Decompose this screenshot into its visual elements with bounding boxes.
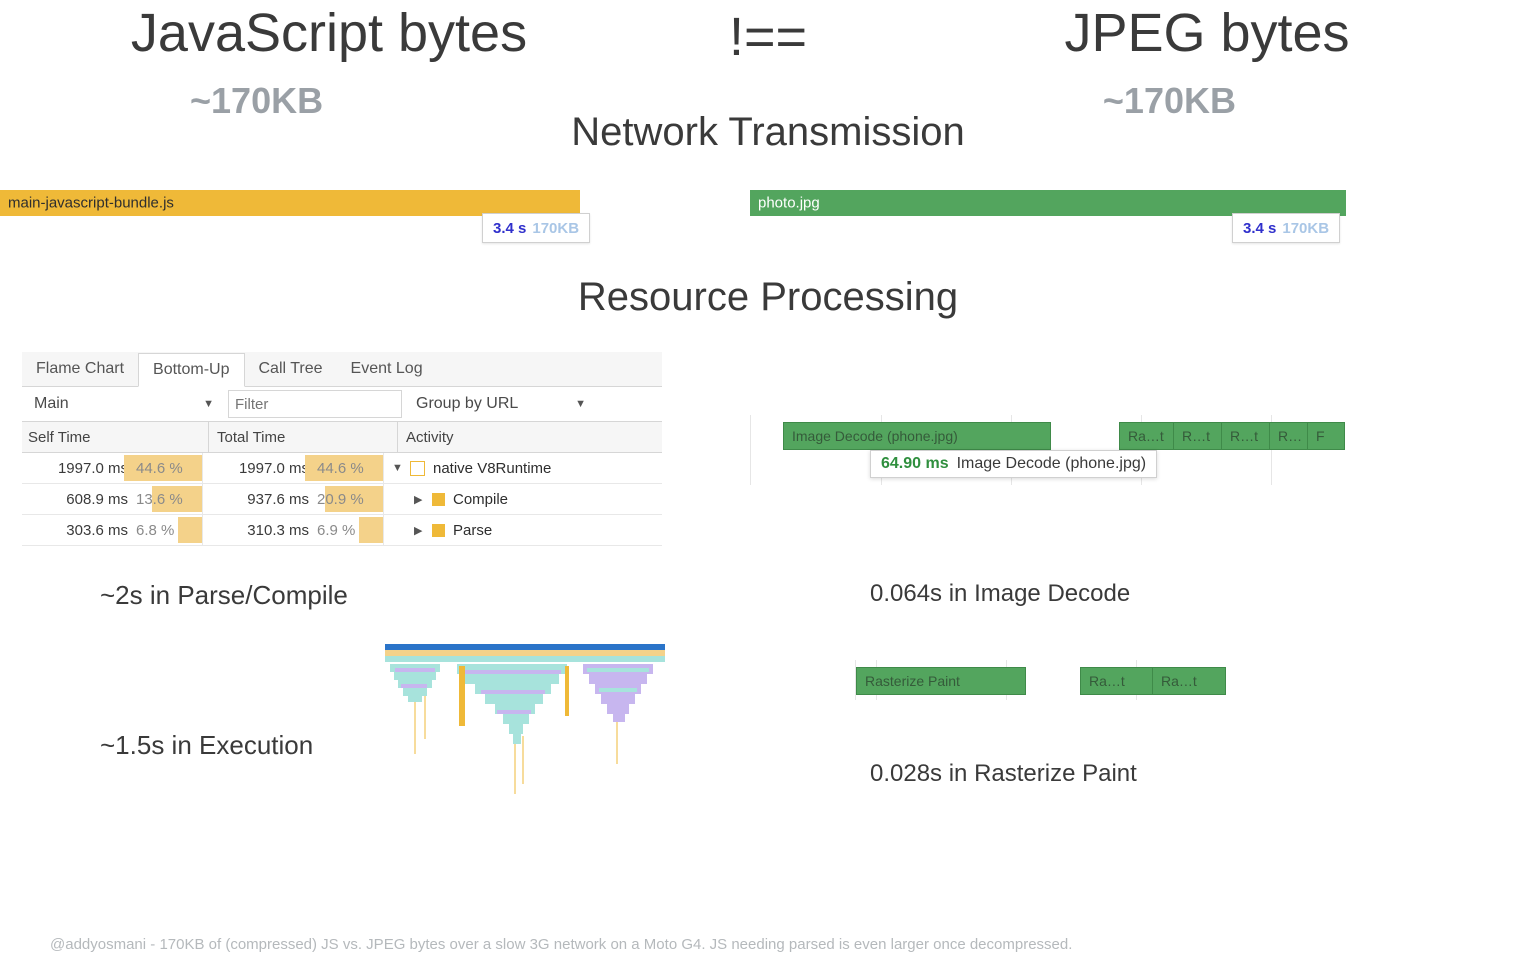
caption-rasterize: 0.028s in Rasterize Paint	[870, 760, 1137, 788]
time-pct: 44.6 %	[132, 460, 189, 477]
category-swatch-icon	[432, 493, 445, 506]
devtools-panel: Flame ChartBottom-UpCall TreeEvent Log M…	[22, 352, 662, 546]
time-pct: 6.9 %	[313, 522, 361, 539]
group-select-label: Group by URL	[416, 395, 518, 413]
devtools-table-body: 1997.0 ms44.6 %1997.0 ms44.6 %▼native V8…	[22, 453, 662, 546]
col-activity[interactable]: Activity	[398, 422, 662, 452]
table-row[interactable]: 608.9 ms13.6 % 937.6 ms20.9 % ▶ Compile	[22, 484, 662, 515]
network-bar-js-label: main-javascript-bundle.js	[8, 195, 174, 212]
time-ms: 1997.0 ms	[229, 460, 313, 477]
timing-badge-js-size: 170KB	[532, 220, 579, 237]
timeline-chip[interactable]: Ra…t	[1152, 667, 1226, 695]
time-ms: 1997.0 ms	[48, 460, 132, 477]
heading-js: JavaScript bytes	[0, 2, 658, 68]
chevron-down-icon: ▼	[203, 398, 214, 410]
devtools-tabs: Flame ChartBottom-UpCall TreeEvent Log	[22, 352, 662, 387]
col-total[interactable]: Total Time	[209, 422, 398, 452]
tab-bottom-up[interactable]: Bottom-Up	[138, 353, 244, 387]
time-pct: 44.6 %	[313, 460, 370, 477]
timing-badge-js: 3.4 s 170KB	[482, 213, 590, 243]
footer-credit: @addyosmani - 170KB of (compressed) JS v…	[50, 936, 1486, 953]
time-ms: 303.6 ms	[48, 522, 132, 539]
group-select[interactable]: Group by URL ▼	[410, 395, 592, 413]
timeline-chip[interactable]: F	[1307, 422, 1345, 450]
tooltip-name: Image Decode (phone.jpg)	[957, 455, 1146, 473]
timeline-chip[interactable]: Rasterize Paint	[856, 667, 1026, 695]
tab-flame-chart[interactable]: Flame Chart	[22, 352, 138, 386]
time-ms: 937.6 ms	[229, 491, 313, 508]
thread-select-label: Main	[34, 395, 69, 413]
category-swatch-icon	[432, 524, 445, 537]
timeline-chip[interactable]: Image Decode (phone.jpg)	[783, 422, 1051, 450]
timing-badge-jpg-time: 3.4 s	[1243, 220, 1276, 237]
time-ms: 310.3 ms	[229, 522, 313, 539]
section-network: Network Transmission	[0, 110, 1536, 155]
heading-neq: !==	[658, 2, 878, 68]
devtools-table-header: Self Time Total Time Activity	[22, 422, 662, 453]
tab-event-log[interactable]: Event Log	[337, 352, 437, 386]
activity-name: Parse	[453, 522, 492, 539]
disclosure-triangle-icon[interactable]: ▶	[414, 493, 424, 506]
caption-parse-compile: ~2s in Parse/Compile	[100, 580, 348, 611]
time-pct: 20.9 %	[313, 491, 370, 508]
caption-execution: ~1.5s in Execution	[100, 730, 313, 761]
time-pct: 6.8 %	[132, 522, 180, 539]
timing-badge-js-time: 3.4 s	[493, 220, 526, 237]
thread-select[interactable]: Main ▼	[28, 395, 220, 413]
table-row[interactable]: 1997.0 ms44.6 %1997.0 ms44.6 %▼native V8…	[22, 453, 662, 484]
tab-call-tree[interactable]: Call Tree	[245, 352, 337, 386]
network-bar-jpg-label: photo.jpg	[758, 195, 820, 212]
activity-name: Compile	[453, 491, 508, 508]
time-pct: 13.6 %	[132, 491, 189, 508]
disclosure-triangle-icon[interactable]: ▶	[414, 524, 424, 537]
devtools-filter-row: Main ▼ Group by URL ▼	[22, 387, 662, 422]
timeline-chip[interactable]: Ra…t	[1080, 667, 1154, 695]
heading-jpeg: JPEG bytes	[878, 2, 1536, 68]
timing-badge-jpg-size: 170KB	[1282, 220, 1329, 237]
caption-image-decode: 0.064s in Image Decode	[870, 580, 1130, 608]
activity-name: native V8Runtime	[433, 460, 551, 477]
filter-input[interactable]	[228, 390, 402, 418]
timeline-tooltip: 64.90 ms Image Decode (phone.jpg)	[870, 450, 1157, 478]
timing-badge-jpg: 3.4 s 170KB	[1232, 213, 1340, 243]
disclosure-triangle-icon[interactable]: ▼	[392, 462, 402, 474]
timeline-raster: Rasterize Paint Ra…tRa…t	[855, 660, 1256, 700]
table-row[interactable]: 303.6 ms6.8 % 310.3 ms6.9 % ▶ Parse	[22, 515, 662, 546]
tooltip-ms: 64.90 ms	[881, 455, 949, 473]
time-ms: 608.9 ms	[48, 491, 132, 508]
col-self[interactable]: Self Time	[22, 422, 209, 452]
category-swatch-icon	[410, 461, 425, 476]
section-resource: Resource Processing	[0, 275, 1536, 320]
chevron-down-icon: ▼	[575, 398, 586, 410]
flame-graph	[385, 644, 665, 804]
